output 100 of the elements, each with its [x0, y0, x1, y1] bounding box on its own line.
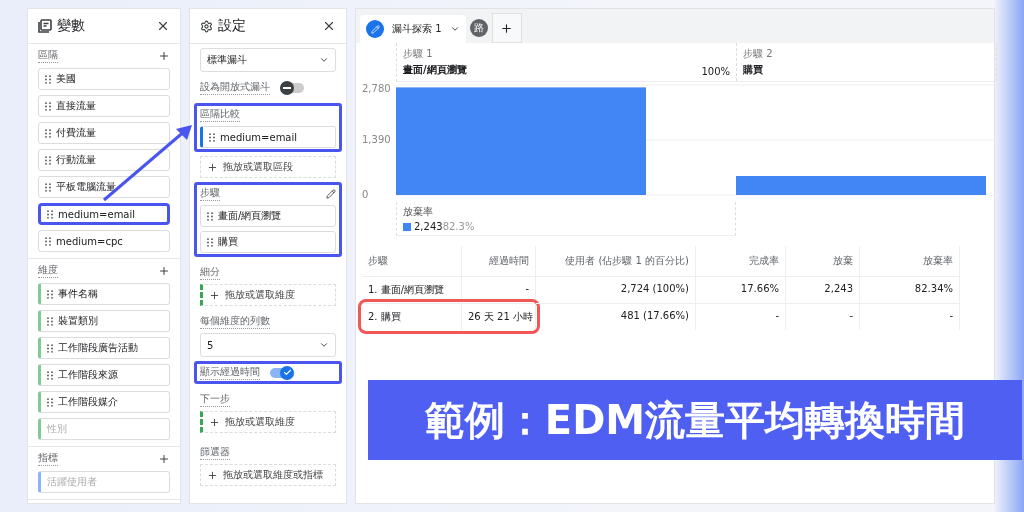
drag-handle-icon[interactable] [45, 236, 51, 246]
drop-zone[interactable]: 拖放或選取維度 [200, 411, 336, 433]
column-header: 步驟 [362, 246, 462, 276]
variable-item[interactable]: medium=email [38, 203, 170, 225]
toggle-switch[interactable] [270, 367, 294, 378]
table-cell: - [860, 303, 960, 330]
step-name: 購買 [743, 63, 764, 77]
section-title: 細分 [200, 265, 220, 280]
caret-icon [319, 340, 329, 350]
variable-item[interactable]: 美國 [38, 68, 170, 90]
section-title: 維度 [38, 263, 58, 278]
drag-handle-icon[interactable] [47, 209, 53, 219]
section-title: 篩選器 [200, 445, 230, 460]
section-title: 指標 [38, 451, 58, 466]
edit-icon [366, 20, 384, 38]
table-cell: 82.34% [860, 276, 960, 303]
drag-handle-icon[interactable] [207, 237, 213, 247]
caret-icon [449, 24, 460, 34]
table-cell: 17.66% [696, 276, 786, 303]
variable-item[interactable]: 工作階段來源 [38, 364, 170, 386]
column-header: 經過時間 [462, 246, 536, 276]
table-cell: 481 (17.66%) [536, 303, 696, 330]
drag-handle-icon[interactable] [47, 397, 53, 407]
segment-item[interactable]: medium=email [200, 126, 336, 148]
drag-handle-icon[interactable] [47, 289, 53, 299]
variable-item[interactable]: 裝置類別 [38, 310, 170, 332]
settings-icon [200, 19, 213, 33]
close-icon[interactable] [156, 19, 170, 33]
column-header: 使用者 (佔步驟 1 的百分比) [536, 246, 696, 276]
step-number: 步驟 2 [743, 47, 774, 61]
column-header: 放棄率 [860, 246, 960, 276]
abandonment-value: 2,24382.3% [414, 221, 475, 232]
add-icon [209, 289, 220, 301]
variable-item[interactable]: 付費流量 [38, 122, 170, 144]
variable-item[interactable]: 直接流量 [38, 95, 170, 117]
variable-item[interactable]: 行動流量 [38, 149, 170, 171]
axis-tick-label: 2,780 [362, 83, 391, 94]
dropdown[interactable]: 標準漏斗 [200, 48, 336, 72]
minus-icon [283, 86, 291, 89]
drop-zone[interactable]: 拖放或選取區段 [200, 156, 336, 178]
section-title: 區隔 [38, 48, 58, 63]
table-cell: - [696, 303, 786, 330]
step-item[interactable]: 畫面/網頁瀏覽 [200, 205, 336, 227]
table-cell: - [462, 276, 536, 303]
table-cell: 1. 畫面/網頁瀏覽 [362, 276, 462, 303]
variable-item[interactable]: 工作階段媒介 [38, 391, 170, 413]
drag-handle-icon[interactable] [45, 74, 51, 84]
table-cell: 2,724 (100%) [536, 276, 696, 303]
check-icon [282, 368, 292, 377]
drag-handle-icon[interactable] [209, 132, 215, 142]
drop-zone[interactable]: 拖放或選取維度或指標 [200, 464, 336, 486]
abandonment-label: 放棄率 [403, 205, 434, 219]
drag-handle-icon[interactable] [47, 343, 53, 353]
table-cell: - [786, 303, 860, 330]
panel-title: 變數 [57, 17, 86, 35]
variable-item[interactable]: 工作階段廣告活動 [38, 337, 170, 359]
plus-icon [500, 21, 514, 35]
column-header: 放棄 [786, 246, 860, 276]
variable-item[interactable]: 平板電腦流量 [38, 176, 170, 198]
drop-zone[interactable]: 拖放或選取維度 [200, 284, 336, 306]
add-icon[interactable] [158, 264, 170, 277]
caret-icon [319, 55, 329, 65]
variable-item[interactable]: 事件名稱 [38, 283, 170, 305]
edit-icon[interactable] [326, 188, 336, 199]
close-icon[interactable] [322, 19, 336, 33]
add-icon [207, 161, 218, 173]
legend-swatch [403, 222, 411, 231]
drag-handle-icon[interactable] [45, 182, 51, 192]
section-title: 區隔比較 [200, 107, 240, 122]
section-title: 下一步 [200, 392, 230, 407]
drag-handle-icon[interactable] [45, 155, 51, 165]
dropdown[interactable]: 5 [200, 333, 336, 357]
step-item[interactable]: 購買 [200, 231, 336, 253]
title-banner: 範例：EDM流量平均轉換時間 [368, 380, 1022, 460]
axis-tick-label: 0 [362, 189, 369, 198]
panel-title: 設定 [218, 17, 247, 35]
drag-handle-icon[interactable] [47, 370, 53, 380]
table-cell: 2. 購買 [362, 303, 462, 330]
drag-handle-icon[interactable] [207, 211, 213, 221]
section-title: 步驟 [200, 186, 220, 201]
toggle-label: 設為開放式漏斗 [200, 80, 270, 95]
variables-icon [38, 19, 52, 33]
add-icon [207, 469, 218, 481]
drag-handle-icon[interactable] [47, 316, 53, 326]
add-icon [209, 416, 220, 428]
path-tab[interactable]: 路 [469, 19, 488, 37]
variable-item[interactable]: medium=cpc [38, 230, 170, 252]
toggle-switch[interactable] [280, 82, 304, 93]
table-cell: 26 天 21 小時 [462, 303, 536, 330]
step-number: 步驟 1 [403, 47, 434, 61]
add-icon[interactable] [158, 452, 170, 465]
exploration-tab[interactable]: 漏斗探索 1 [360, 15, 466, 43]
table-cell: 2,243 [786, 276, 860, 303]
column-header: 完成率 [696, 246, 786, 276]
drag-handle-icon[interactable] [45, 101, 51, 111]
add-icon[interactable] [158, 49, 170, 62]
toggle-label: 顯示經過時間 [200, 365, 260, 380]
step-percent: 100% [701, 66, 730, 77]
drag-handle-icon[interactable] [45, 128, 51, 138]
section-title: 每個維度的列數 [200, 314, 270, 329]
